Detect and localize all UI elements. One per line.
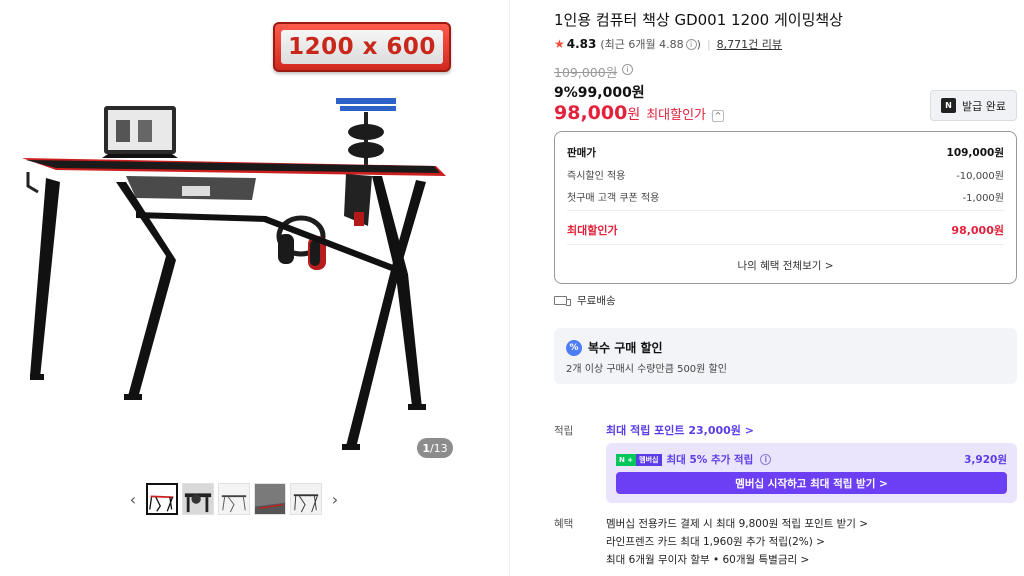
thumbnail-3[interactable] xyxy=(218,483,250,515)
price-row-value: -10,000원 xyxy=(956,171,1004,182)
product-gallery: 1200 x 600 1/13 ‹ › xyxy=(0,0,510,576)
thumbnail-5[interactable] xyxy=(290,483,322,515)
star-icon: ★ xyxy=(554,37,565,51)
size-badge-text: 1200 x 600 xyxy=(281,30,443,64)
max-points-link[interactable]: 최대 적립 포인트 23,000원 > xyxy=(606,422,754,438)
price-row-label: 즉시할인 적용 xyxy=(567,171,626,182)
price-info-icon[interactable]: i xyxy=(622,64,633,75)
bulk-discount-title: 복수 구매 할인 xyxy=(588,341,663,355)
start-membership-button[interactable]: 멤버십 시작하고 최대 적립 받기 > xyxy=(616,472,1007,494)
discount-rate: 9% xyxy=(554,85,578,101)
image-counter: 1/13 xyxy=(417,438,453,458)
rating-recent: (최근 6개월 4.88 xyxy=(600,38,684,51)
product-main-image[interactable] xyxy=(16,16,460,466)
thumbnail-strip: ‹ › xyxy=(124,483,344,515)
badge-membership: 멤버십 xyxy=(636,453,662,466)
membership-left: N + 멤버십 최대 5% 추가 적립 i xyxy=(616,452,772,467)
final-price-unit: 원 xyxy=(627,107,641,123)
thumbnail-4[interactable] xyxy=(254,483,286,515)
benefit-item[interactable]: 멤버십 전용카드 결제 시 최대 9,800원 적립 포인트 받기 > xyxy=(606,515,868,533)
price-breakdown: 판매가 109,000원 즉시할인 적용 -10,000원 첫구매 고객 쿠폰 … xyxy=(554,131,1017,284)
price-row-value: 109,000원 xyxy=(946,147,1004,159)
discount-row: 9%99,000원 xyxy=(554,82,645,102)
membership-text: 최대 5% 추가 적립 xyxy=(666,454,754,466)
benefits-label: 혜택 xyxy=(554,518,574,530)
thumbnail-1[interactable] xyxy=(146,483,178,515)
membership-amount: 3,920원 xyxy=(964,454,1007,466)
info-icon[interactable]: i xyxy=(685,38,697,50)
chevron-right-icon[interactable]: › xyxy=(326,484,344,514)
price-divider xyxy=(567,210,1004,211)
badge-n: N + xyxy=(616,453,637,466)
bulk-discount-box: % 복수 구매 할인 2개 이상 구매시 수량만큼 500원 할인 xyxy=(554,328,1017,384)
size-badge: 1200 x 600 xyxy=(273,22,451,72)
bulk-discount-title-row: % 복수 구매 할인 xyxy=(566,339,663,356)
final-price-row: 98,000 원 최대할인가 ^ xyxy=(554,102,725,124)
percent-icon: % xyxy=(566,339,582,356)
image-counter-current: 1 xyxy=(422,441,430,455)
original-price: 109,000원 xyxy=(554,65,618,80)
coupon-issued-button[interactable]: N 발급 완료 xyxy=(930,90,1017,121)
thumbnail-2[interactable] xyxy=(182,483,214,515)
coupon-button-label: 발급 완료 xyxy=(962,99,1006,113)
points-label: 적립 xyxy=(554,425,574,437)
chevron-up-icon[interactable]: ^ xyxy=(712,109,725,122)
price-row-first-coupon: 첫구매 고객 쿠폰 적용 -1,000원 xyxy=(567,189,1004,204)
rating-recent-close: ) xyxy=(696,37,701,51)
bulk-discount-desc: 2개 이상 구매시 수량만큼 500원 할인 xyxy=(566,364,727,375)
naver-plus-badge-icon: N + 멤버십 xyxy=(616,453,662,466)
benefits-list: 멤버십 전용카드 결제 시 최대 9,800원 적립 포인트 받기 > 라인프렌… xyxy=(606,515,868,569)
benefit-item[interactable]: 라인프렌즈 카드 최대 1,960원 추가 적립(2%) > xyxy=(606,533,868,551)
price-row-value: -1,000원 xyxy=(962,193,1004,204)
price-row-sale: 판매가 109,000원 xyxy=(567,145,1004,160)
final-price: 98,000 xyxy=(554,102,628,124)
discount-price: 99,000원 xyxy=(577,85,645,101)
shipping-label: 무료배송 xyxy=(577,295,616,307)
chevron-left-icon[interactable]: ‹ xyxy=(124,484,142,514)
price-row-label: 판매가 xyxy=(567,147,596,159)
review-count-link[interactable]: 8,771건 리뷰 xyxy=(717,36,782,52)
product-title: 1인용 컴퓨터 책상 GD001 1200 게이밍책상 xyxy=(554,11,843,29)
naver-coupon-icon: N xyxy=(941,98,956,113)
price-row-instant: 즉시할인 적용 -10,000원 xyxy=(567,167,1004,182)
price-row-label: 최대할인가 xyxy=(567,224,618,237)
image-counter-total: /13 xyxy=(429,441,448,455)
view-all-benefits-link[interactable]: 나의 혜택 전체보기 > xyxy=(555,258,1016,273)
final-price-label: 최대할인가 xyxy=(646,108,707,123)
price-row-label: 첫구매 고객 쿠폰 적용 xyxy=(567,193,660,204)
divider: | xyxy=(706,37,711,51)
benefit-item[interactable]: 최대 6개월 무이자 할부 • 60개월 특별금리 > xyxy=(606,551,868,569)
membership-row: N + 멤버십 최대 5% 추가 적립 i 3,920원 xyxy=(616,452,1007,467)
membership-box: N + 멤버십 최대 5% 추가 적립 i 3,920원 멤버십 시작하고 최대 … xyxy=(606,443,1017,503)
rating-row: ★ 4.83 (최근 6개월 4.88 i ) | 8,771건 리뷰 xyxy=(554,36,782,52)
price-row-final: 최대할인가 98,000원 xyxy=(567,222,1004,238)
rating-score: 4.83 xyxy=(566,37,597,51)
shipping-info: 무료배송 xyxy=(554,293,616,308)
truck-icon xyxy=(554,296,571,306)
price-row-value: 98,000원 xyxy=(951,224,1004,237)
membership-info-icon[interactable]: i xyxy=(760,454,772,465)
price-divider xyxy=(567,244,1004,245)
